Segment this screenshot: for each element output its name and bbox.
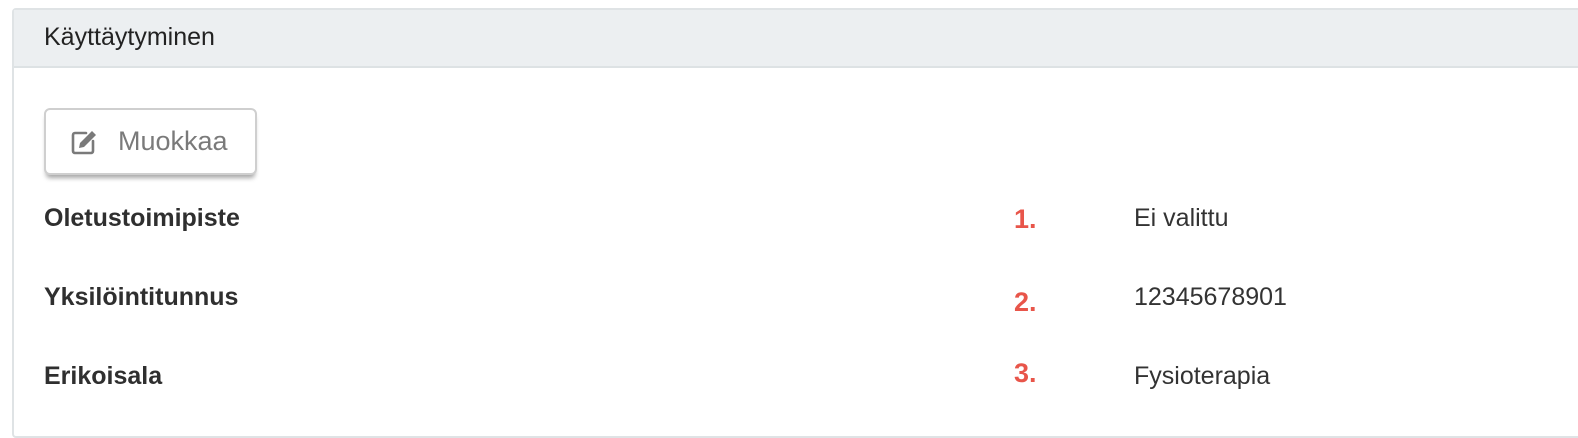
field-value: 12345678901 <box>1134 283 1287 311</box>
annotation-marker: 1. <box>1014 204 1037 234</box>
annotation-marker: 2. <box>1014 287 1037 317</box>
panel-title: Käyttäytyminen <box>44 22 215 51</box>
field-label: Yksilöintitunnus <box>44 283 239 311</box>
edit-button[interactable]: Muokkaa <box>44 108 257 175</box>
behavior-panel: Käyttäytyminen Muokkaa Oletustoimipiste … <box>12 8 1578 438</box>
field-value: Ei valittu <box>1134 204 1229 232</box>
edit-icon <box>70 128 98 156</box>
field-row-erikoisala: Erikoisala 3. Fysioterapia <box>44 358 1578 402</box>
panel-heading: Käyttäytyminen <box>14 10 1578 68</box>
field-row-yksilointitunnus: Yksilöintitunnus 2. 12345678901 <box>44 283 1578 323</box>
field-label: Erikoisala <box>44 362 163 390</box>
field-value: Fysioterapia <box>1134 362 1271 390</box>
field-row-oletustoimipiste: Oletustoimipiste 1. Ei valittu <box>44 204 1578 244</box>
field-label: Oletustoimipiste <box>44 204 240 232</box>
annotation-marker: 3. <box>1014 358 1037 388</box>
edit-button-label: Muokkaa <box>118 126 228 156</box>
